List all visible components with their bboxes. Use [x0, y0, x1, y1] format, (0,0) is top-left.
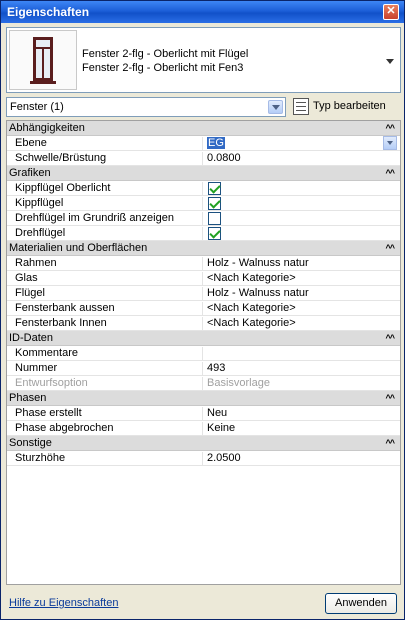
property-row-fensterbank-innen[interactable]: Fensterbank Innen <Nach Kategorie> [7, 316, 400, 331]
glas-value[interactable]: <Nach Kategorie> [207, 272, 296, 284]
group-label: Materialien und Oberflächen [9, 242, 148, 254]
window-title: Eigenschaften [7, 5, 90, 19]
phase-erstellt-value[interactable]: Neu [207, 407, 227, 419]
property-label: Drehflügel [15, 227, 203, 241]
property-row-phase-abgebrochen[interactable]: Phase abgebrochen Keine [7, 421, 400, 436]
type-family-name: Fenster 2-flg - Oberlicht mit Flügel [82, 48, 249, 60]
property-row-schwelle[interactable]: Schwelle/Brüstung 0.0800 [7, 151, 400, 166]
help-link[interactable]: Hilfe zu Eigenschaften [9, 597, 118, 609]
property-row-glas[interactable]: Glas <Nach Kategorie> [7, 271, 400, 286]
type-name: Fenster 2-flg - Oberlicht mit Fen3 [82, 62, 244, 74]
group-phasen[interactable]: Phasen ^^ [7, 391, 400, 406]
chevron-down-icon[interactable] [383, 136, 397, 150]
property-grid[interactable]: Abhängigkeiten ^^ Ebene EG Schwelle/Brüs… [6, 120, 401, 585]
collapse-icon[interactable]: ^^ [385, 242, 394, 254]
fluegel-value[interactable]: Holz - Walnuss natur [207, 287, 309, 299]
type-dropdown-arrow-icon[interactable] [386, 59, 394, 64]
filter-row: Fenster (1) Typ bearbeiten [6, 97, 401, 118]
kipp-oberlicht-checkbox[interactable] [208, 182, 221, 195]
property-row-fluegel[interactable]: Flügel Holz - Walnuss natur [7, 286, 400, 301]
group-label: Sonstige [9, 437, 52, 449]
group-sonstige[interactable]: Sonstige ^^ [7, 436, 400, 451]
property-label: Rahmen [15, 257, 203, 271]
group-label: ID-Daten [9, 332, 54, 344]
property-row-ebene[interactable]: Ebene EG [7, 136, 400, 151]
property-row-dreh[interactable]: Drehflügel [7, 226, 400, 241]
property-row-dreh-grundriss[interactable]: Drehflügel im Grundriß anzeigen [7, 211, 400, 226]
close-icon: ✕ [386, 5, 396, 17]
property-row-fensterbank-aussen[interactable]: Fensterbank aussen <Nach Kategorie> [7, 301, 400, 316]
edit-type-label: Typ bearbeiten [313, 100, 386, 112]
dreh-checkbox[interactable] [208, 227, 221, 240]
edit-type-button[interactable]: Typ bearbeiten [293, 97, 401, 117]
dreh-grundriss-checkbox[interactable] [208, 212, 221, 225]
ebene-value: EG [207, 137, 225, 149]
property-label: Drehflügel im Grundriß anzeigen [15, 212, 203, 226]
property-row-rahmen[interactable]: Rahmen Holz - Walnuss natur [7, 256, 400, 271]
property-label: Ebene [15, 137, 203, 151]
property-label: Kippflügel [15, 197, 203, 211]
group-label: Grafiken [9, 167, 51, 179]
nummer-value[interactable]: 493 [207, 362, 225, 374]
property-label: Sturzhöhe [15, 452, 203, 466]
property-row-nummer[interactable]: Nummer 493 [7, 361, 400, 376]
properties-window: Eigenschaften ✕ Fenster 2-flg - Oberlich… [0, 0, 405, 620]
property-row-sturzhoehe[interactable]: Sturzhöhe 2.0500 [7, 451, 400, 466]
property-label: Kippflügel Oberlicht [15, 182, 203, 196]
group-label: Phasen [9, 392, 47, 404]
property-label: Schwelle/Brüstung [15, 152, 203, 166]
element-filter-value: Fenster (1) [10, 101, 64, 113]
property-row-kommentare[interactable]: Kommentare [7, 346, 400, 361]
entwurfsoption-value: Basisvorlage [207, 377, 270, 389]
collapse-icon[interactable]: ^^ [385, 392, 394, 404]
property-label: Nummer [15, 362, 203, 376]
property-label: Entwurfsoption [15, 377, 203, 391]
element-filter-dropdown[interactable]: Fenster (1) [6, 97, 286, 117]
type-selector[interactable]: Fenster 2-flg - Oberlicht mit Flügel Fen… [6, 27, 401, 93]
property-row-kipp[interactable]: Kippflügel [7, 196, 400, 211]
phase-abgebrochen-value[interactable]: Keine [207, 422, 235, 434]
property-row-entwurfsoption: Entwurfsoption Basisvorlage [7, 376, 400, 391]
kipp-checkbox[interactable] [208, 197, 221, 210]
property-label: Kommentare [15, 347, 203, 361]
ebene-dropdown[interactable]: EG [207, 136, 397, 151]
group-id-daten[interactable]: ID-Daten ^^ [7, 331, 400, 346]
property-label: Fensterbank aussen [15, 302, 203, 316]
collapse-icon[interactable]: ^^ [385, 437, 394, 449]
fensterbank-aussen-value[interactable]: <Nach Kategorie> [207, 302, 296, 314]
property-label: Phase abgebrochen [15, 422, 203, 436]
sturzhoehe-value[interactable]: 2.0500 [207, 452, 241, 464]
schwelle-value[interactable]: 0.0800 [207, 152, 241, 164]
group-label: Abhängigkeiten [9, 122, 85, 134]
group-abhaengigkeiten[interactable]: Abhängigkeiten ^^ [7, 121, 400, 136]
close-button[interactable]: ✕ [383, 4, 399, 20]
window-thumbnail-icon [9, 30, 77, 90]
collapse-icon[interactable]: ^^ [385, 332, 394, 344]
property-row-kipp-oberlicht[interactable]: Kippflügel Oberlicht [7, 181, 400, 196]
chevron-down-icon[interactable] [268, 100, 283, 114]
title-bar[interactable]: Eigenschaften ✕ [1, 1, 404, 23]
group-materialien[interactable]: Materialien und Oberflächen ^^ [7, 241, 400, 256]
fensterbank-innen-value[interactable]: <Nach Kategorie> [207, 317, 296, 329]
property-row-phase-erstellt[interactable]: Phase erstellt Neu [7, 406, 400, 421]
rahmen-value[interactable]: Holz - Walnuss natur [207, 257, 309, 269]
property-label: Glas [15, 272, 203, 286]
collapse-icon[interactable]: ^^ [385, 167, 394, 179]
edit-type-icon [293, 98, 309, 115]
property-label: Fensterbank Innen [15, 317, 203, 331]
group-grafiken[interactable]: Grafiken ^^ [7, 166, 400, 181]
collapse-icon[interactable]: ^^ [385, 122, 394, 134]
apply-button[interactable]: Anwenden [325, 593, 397, 614]
property-label: Phase erstellt [15, 407, 203, 421]
property-label: Flügel [15, 287, 203, 301]
